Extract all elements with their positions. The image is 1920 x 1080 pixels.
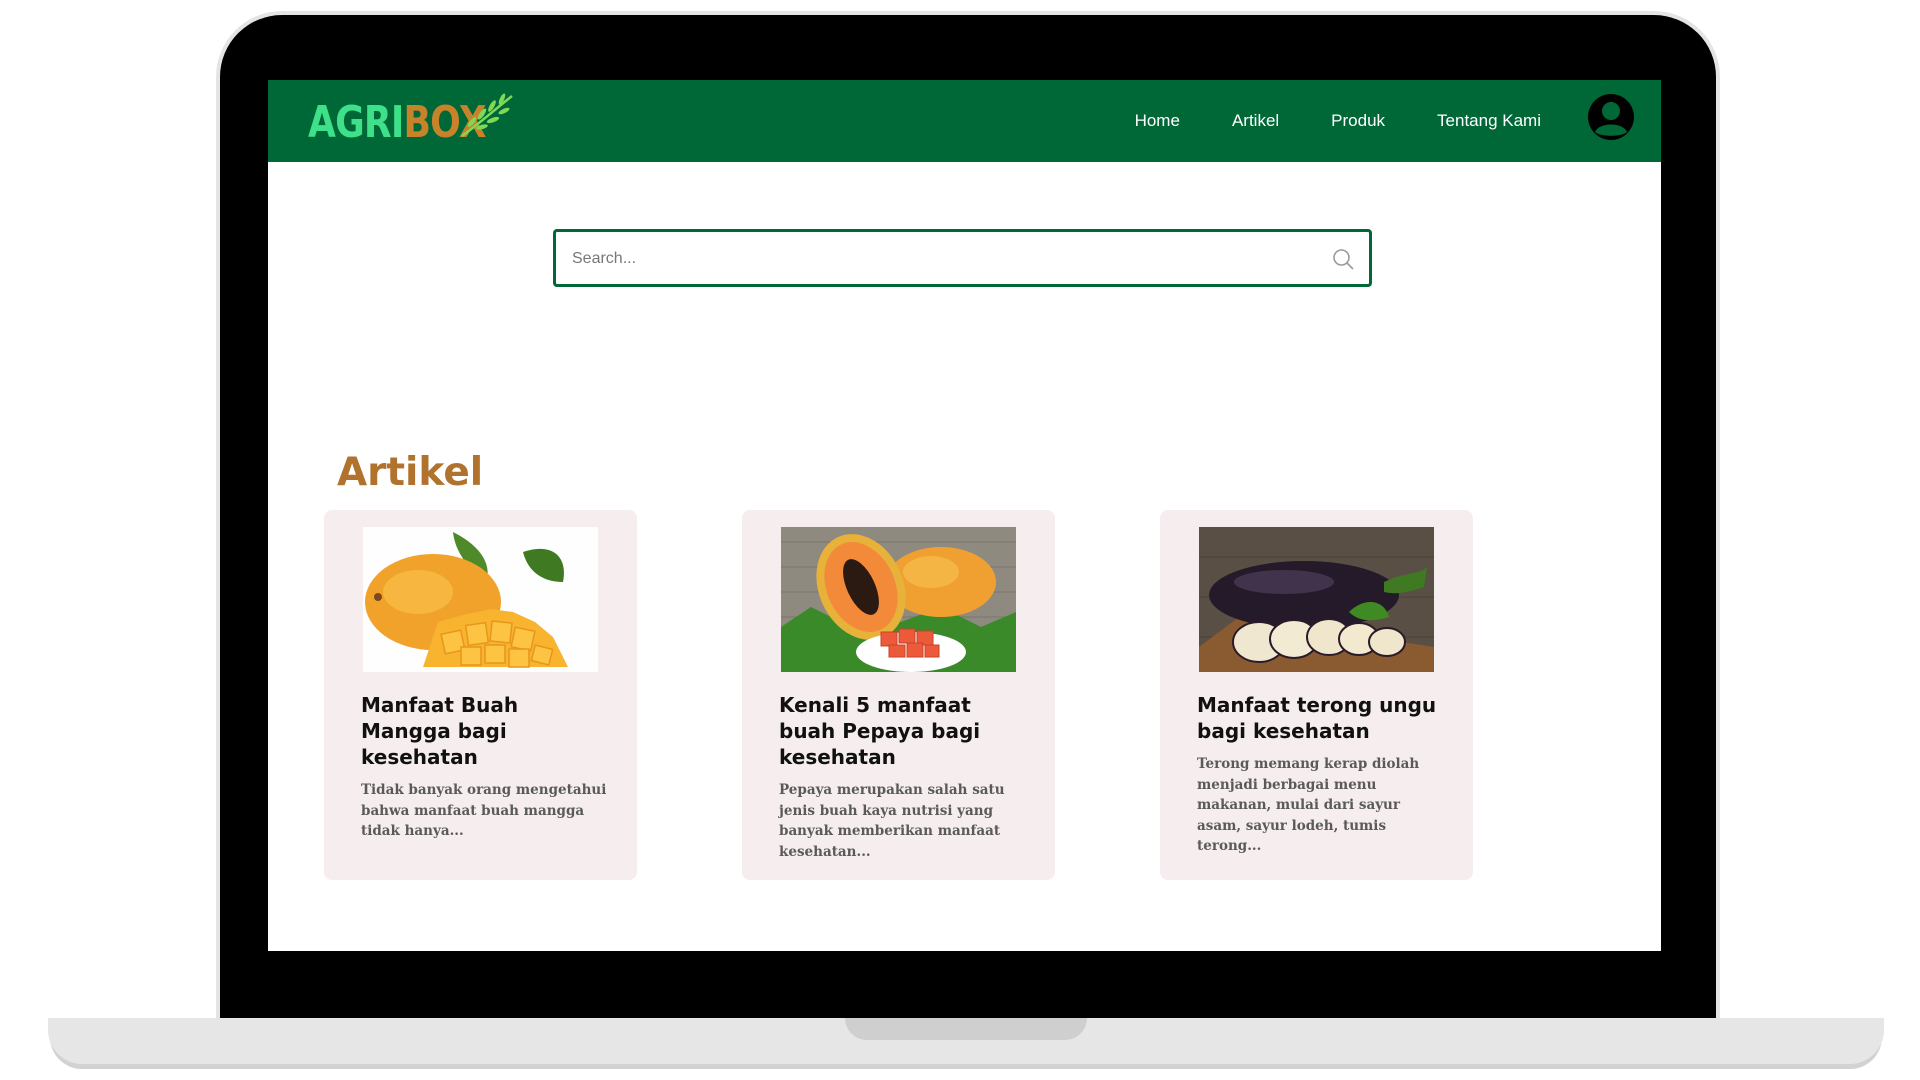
section-title: Artikel <box>337 450 484 495</box>
article-card-papaya[interactable]: Kenali 5 manfaat buah Pepaya bagi keseha… <box>742 510 1055 880</box>
article-title: Manfaat terong ungu bagi kesehatan <box>1197 693 1437 743</box>
eggplant-image <box>1199 527 1434 672</box>
laptop-notch <box>845 1018 1087 1040</box>
browser-screen: AGRI BOX Home Artikel Produk Tentang Kami <box>268 80 1661 951</box>
nav-link-home[interactable]: Home <box>1135 111 1180 131</box>
article-excerpt: Tidak banyak orang mengetahui bahwa manf… <box>361 782 607 839</box>
search-icon[interactable] <box>1331 247 1355 271</box>
article-card-eggplant[interactable]: Manfaat terong ungu bagi kesehatan Teron… <box>1160 510 1473 880</box>
logo-text-agri: AGRI <box>308 96 404 148</box>
nav-link-produk[interactable]: Produk <box>1331 111 1385 131</box>
papaya-image <box>781 527 1016 672</box>
agribox-logo[interactable]: AGRI BOX <box>308 93 525 150</box>
nav-link-artikel[interactable]: Artikel <box>1232 111 1279 131</box>
leaf-icon <box>461 93 513 138</box>
user-avatar-icon[interactable] <box>1587 93 1635 141</box>
article-title: Manfaat Buah Mangga bagi kesehatan <box>361 693 519 769</box>
article-title: Kenali 5 manfaat buah Pepaya bagi keseha… <box>779 693 981 769</box>
article-excerpt: Terong memang kerap diolah menjadi berba… <box>1197 756 1420 854</box>
navbar: AGRI BOX Home Artikel Produk Tentang Kami <box>268 80 1661 162</box>
search-bar <box>553 229 1372 287</box>
article-card-mango[interactable]: Manfaat Buah Mangga bagi kesehatan Tidak… <box>324 510 637 880</box>
article-excerpt: Pepaya merupakan salah satu jenis buah k… <box>779 782 1005 860</box>
nav-link-tentang-kami[interactable]: Tentang Kami <box>1437 111 1541 131</box>
search-input[interactable] <box>570 232 1314 286</box>
nav-links: Home Artikel Produk Tentang Kami <box>1135 80 1541 162</box>
mango-image <box>363 527 598 672</box>
